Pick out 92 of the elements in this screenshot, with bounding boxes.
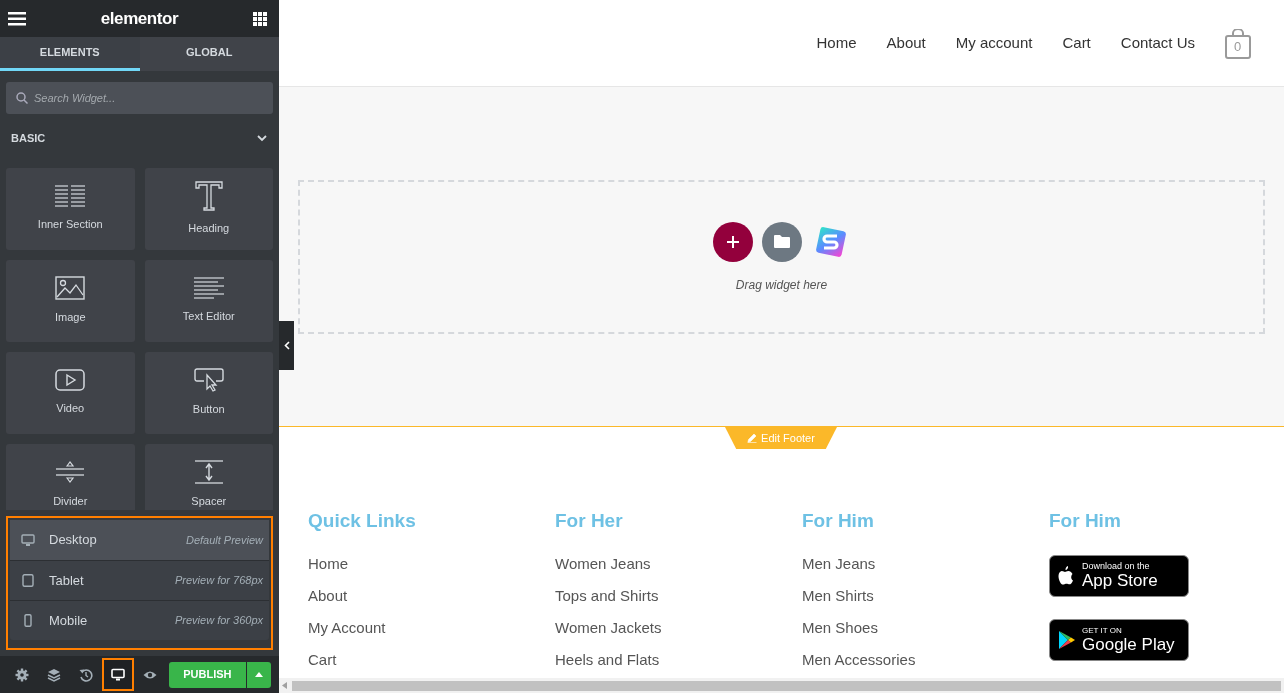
chevron-icon[interactable] [257,134,267,142]
tablet-icon [21,574,35,587]
nav-link[interactable]: About [886,31,926,55]
settings-icon [14,667,29,682]
drop-hint: Drag widget here [735,276,828,294]
play-icon [55,369,86,392]
device-option[interactable]: Tablet Preview for 768px [10,560,269,600]
button-cursor-icon [193,368,224,393]
footer-heading: For Her [555,509,624,533]
inner-section-icon [55,185,86,208]
widget-label: Image [54,310,86,326]
badge-caption: GET IT ON [1082,626,1123,635]
footer-link[interactable]: Men Accessories [802,648,1049,681]
footer-link[interactable]: Tops and Shirts [555,584,802,617]
menu-icon[interactable] [8,11,26,26]
letter-t-icon [194,181,223,212]
template-library-button[interactable] [761,221,802,262]
device-option[interactable]: Mobile Preview for 360px [10,600,269,640]
plus-icon [726,235,739,248]
store-badge[interactable]: Download on the App Store [1049,554,1189,597]
cart-count: 0 [1234,39,1242,55]
device-label: Mobile [49,611,88,630]
footer-link[interactable]: Men Shirts [802,584,1049,617]
widget-tile[interactable]: Heading [144,168,273,250]
divider-icon [55,460,86,485]
search-field[interactable]: Search Widget... [6,82,273,114]
nav-link[interactable]: Cart [1062,31,1091,55]
device-label: Tablet [49,571,84,590]
monitor-icon [21,533,35,547]
device-label: Desktop [49,531,97,550]
monitor-button[interactable] [101,658,134,691]
phone-icon [21,614,35,627]
device-hint: Default Preview [185,532,263,548]
store-badge[interactable]: GET IT ON Google Play [1049,618,1189,661]
app-logo: elementor [100,7,179,30]
panel-tab[interactable]: GLOBAL [139,37,279,71]
footer-link[interactable]: Cart [308,648,555,681]
add-section-button[interactable] [712,221,753,262]
widget-label: Button [192,402,225,418]
apple-icon [1058,565,1076,586]
image-icon [55,276,86,301]
widget-label: Video [56,401,85,417]
widget-tile[interactable]: Text Editor [144,260,273,342]
widget-tile[interactable]: Image [6,260,135,342]
widget-label: Text Editor [182,309,235,325]
footer-link[interactable]: Women Jackets [555,616,802,649]
badge-title: Google Play [1082,635,1175,653]
text-lines-icon [193,277,224,300]
chevron-left-icon [283,341,290,350]
nav-link[interactable]: My account [955,31,1033,55]
layers-icon [46,667,61,682]
spacer-icon [193,460,224,485]
badge-title: App Store [1082,572,1158,589]
apps-grid-icon[interactable] [253,11,267,26]
caret-icon [254,672,263,677]
widget-label: Spacer [191,494,227,510]
footer-link[interactable]: Home [308,552,555,585]
widget-tile[interactable]: Video [6,352,135,434]
pencil-icon [747,433,758,443]
device-hint: Preview for 768px [174,573,263,589]
footer-heading: Quick Links [308,509,417,533]
widget-tile[interactable]: Spacer [144,444,273,510]
play-store-icon [1058,629,1076,650]
device-hint: Preview for 360px [174,613,263,629]
footer-link[interactable]: Men Jeans [802,552,1049,585]
publish-options-button[interactable] [246,661,271,688]
nav-link[interactable]: Contact Us [1120,31,1195,55]
search-icon [16,92,28,104]
widget-tile[interactable]: Inner Section [6,168,135,250]
nav-link[interactable]: Home [816,31,857,55]
footer-link[interactable]: Women Jeans [555,552,802,585]
footer-link[interactable]: About [308,584,555,617]
footer-heading: For Him [1049,509,1122,533]
horizontal-scrollbar[interactable] [279,678,1284,693]
badge-caption: Download on the [1082,562,1151,571]
widget-label: Inner Section [37,217,103,233]
history-icon [78,667,93,682]
bag-icon [1225,29,1251,59]
panel-tab[interactable]: ELEMENTS [0,37,140,71]
widget-label: Divider [53,494,88,510]
widget-tile[interactable]: Divider [6,444,135,510]
widget-tile[interactable]: Button [144,352,273,434]
collapse-panel-button[interactable] [279,321,294,370]
monitor-icon [110,667,125,682]
footer-link[interactable]: Heels and Flats [555,648,802,681]
footer-link[interactable]: My Account [308,616,555,649]
widget-label: Heading [188,221,230,237]
footer-heading: For Him [802,509,875,533]
category-title: BASIC [11,130,46,146]
folder-icon [773,235,790,248]
footer-link[interactable]: Men Shoes [802,616,1049,649]
device-option[interactable]: Desktop Default Preview [10,520,269,560]
